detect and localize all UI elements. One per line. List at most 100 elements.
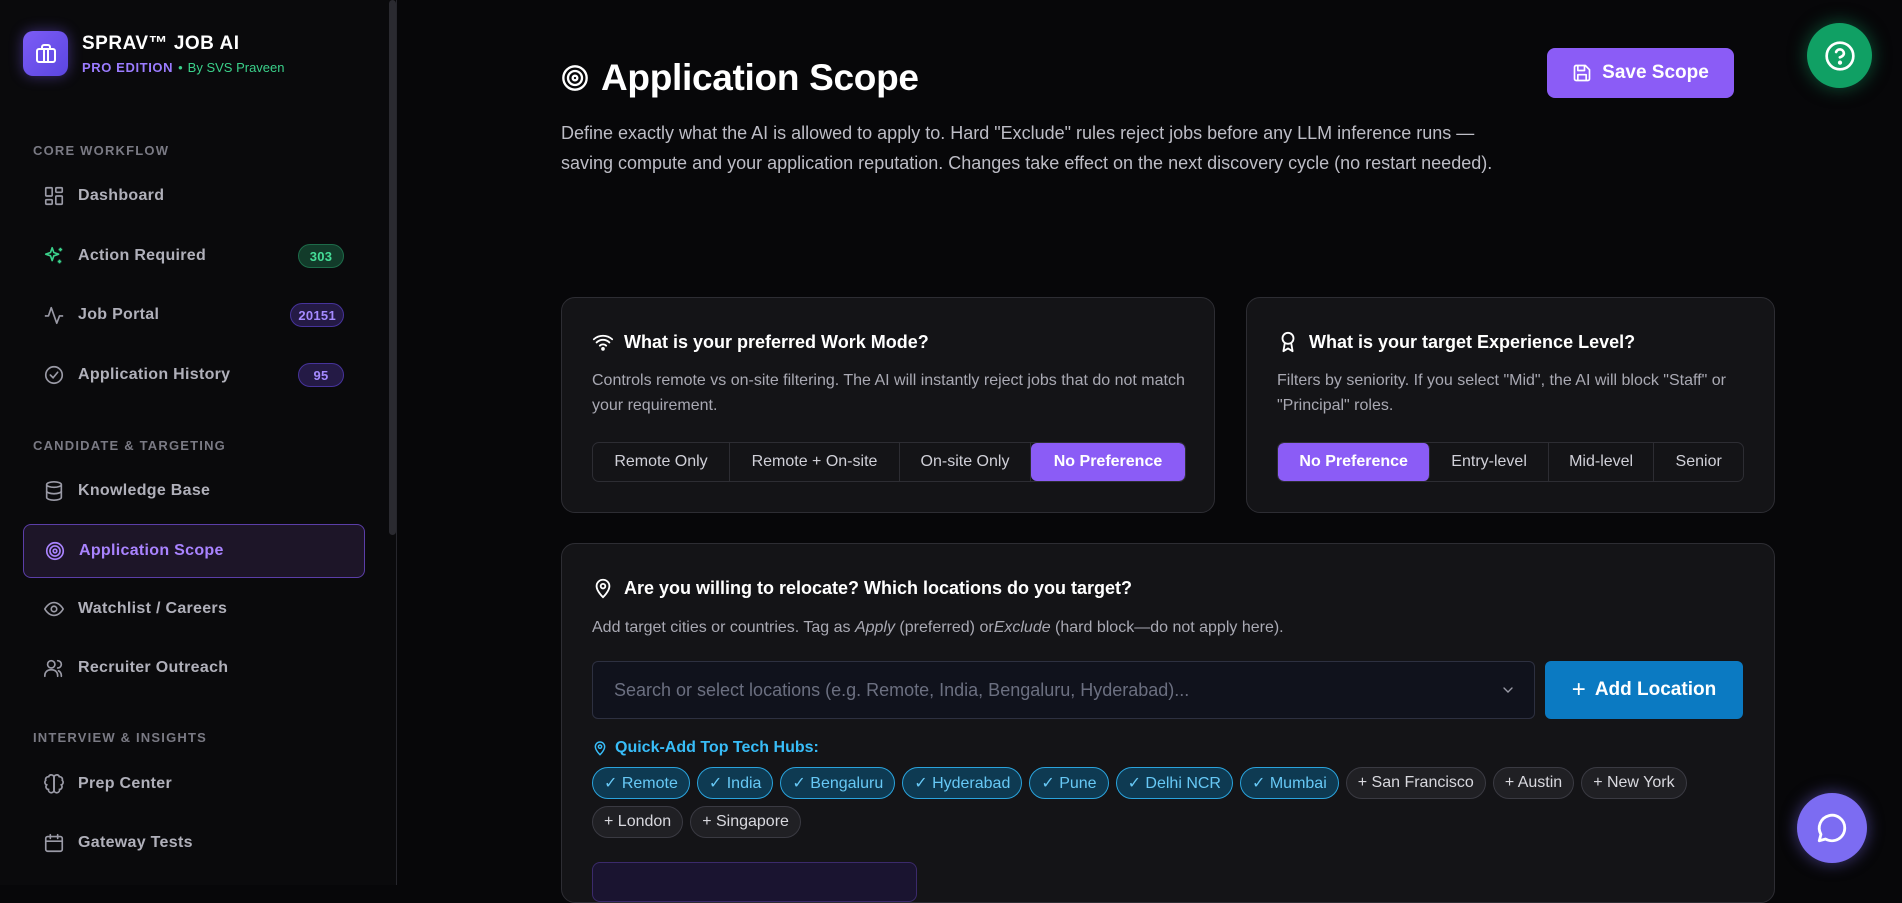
desc-text: (hard block—do not apply here). bbox=[1050, 619, 1284, 636]
count-badge: 20151 bbox=[290, 303, 344, 327]
work-mode-option-no-preference[interactable]: No Preference bbox=[1031, 443, 1185, 481]
add-location-label: Add Location bbox=[1594, 679, 1717, 700]
sidebar-item-application-scope[interactable]: Application Scope bbox=[23, 524, 365, 578]
sidebar-item-label: Action Required bbox=[78, 247, 207, 264]
save-scope-label: Save Scope bbox=[1602, 62, 1709, 83]
exclude-tag-text: Exclude bbox=[993, 619, 1051, 636]
sidebar-item-label: Application Scope bbox=[79, 542, 224, 559]
work-mode-card: What is your preferred Work Mode? Contro… bbox=[561, 297, 1215, 513]
work-mode-option-remote-only[interactable]: Remote Only bbox=[593, 443, 730, 481]
sidebar-item-label: Gateway Tests bbox=[78, 834, 193, 851]
sidebar-scrollbar[interactable] bbox=[389, 0, 396, 535]
sidebar-item-watchlist-careers[interactable]: Watchlist / Careers bbox=[23, 582, 365, 636]
sidebar-item-recruiter-outreach[interactable]: Recruiter Outreach bbox=[23, 641, 365, 695]
experience-level-selector[interactable]: No Preference Entry-level Mid-level Seni… bbox=[1277, 442, 1744, 482]
desc-text: Add target cities or countries. Tag as bbox=[592, 619, 855, 636]
location-chip-add[interactable]: + San Francisco bbox=[1345, 767, 1486, 799]
experience-level-card: What is your target Experience Level? Fi… bbox=[1246, 297, 1775, 513]
sidebar-item-application-history[interactable]: Application History 95 bbox=[23, 348, 365, 402]
experience-option-entry-level[interactable]: Entry-level bbox=[1430, 443, 1549, 481]
locations-description: Add target cities or countries. Tag as A… bbox=[592, 615, 1742, 640]
sparkles-icon bbox=[44, 246, 63, 264]
section-title-core-workflow: CORE WORKFLOW bbox=[33, 143, 170, 158]
work-mode-option-onsite-only[interactable]: On-site Only bbox=[900, 443, 1031, 481]
locations-card: Are you willing to relocate? Which locat… bbox=[561, 543, 1775, 903]
sidebar-item-label: Dashboard bbox=[78, 187, 165, 204]
wifi-icon bbox=[592, 334, 614, 351]
sidebar-item-job-portal[interactable]: Job Portal 20151 bbox=[23, 288, 365, 342]
experience-option-mid-level[interactable]: Mid-level bbox=[1549, 443, 1655, 481]
brand-title: SPRAV™ JOB AI bbox=[82, 32, 240, 54]
sidebar-item-label: Job Portal bbox=[78, 306, 160, 323]
experience-option-no-preference[interactable]: No Preference bbox=[1278, 443, 1431, 481]
work-mode-selector[interactable]: Remote Only Remote + On-site On-site Onl… bbox=[592, 442, 1186, 482]
location-chips: ✓ Remote ✓ India ✓ Bengaluru ✓ Hyderabad… bbox=[592, 767, 1732, 838]
count-badge: 95 bbox=[298, 363, 344, 387]
eye-icon bbox=[43, 601, 65, 617]
location-chip-selected[interactable]: ✓ Remote bbox=[592, 767, 690, 799]
experience-level-description: Filters by seniority. If you select "Mid… bbox=[1277, 372, 1726, 414]
edition-label: PRO EDITION bbox=[82, 59, 174, 75]
quick-add-label: Quick-Add Top Tech Hubs: bbox=[615, 739, 819, 756]
experience-option-senior[interactable]: Senior bbox=[1654, 443, 1743, 481]
section-title-interview-insights: INTERVIEW & INSIGHTS bbox=[33, 730, 207, 745]
work-mode-title: What is your preferred Work Mode? bbox=[624, 331, 929, 352]
activity-pulse-icon bbox=[44, 306, 64, 325]
location-search-input[interactable]: Search or select locations (e.g. Remote,… bbox=[592, 661, 1535, 719]
save-scope-button[interactable]: Save Scope bbox=[1547, 48, 1734, 98]
users-icon bbox=[44, 659, 63, 678]
sidebar-item-dashboard[interactable]: Dashboard bbox=[23, 169, 365, 223]
sidebar-item-label: Application History bbox=[78, 366, 231, 383]
work-mode-option-remote-onsite[interactable]: Remote + On-site bbox=[730, 443, 900, 481]
work-mode-description: Controls remote vs on-site filtering. Th… bbox=[592, 372, 1185, 414]
plus-icon: + bbox=[1571, 676, 1586, 703]
apply-tag-text: Apply bbox=[854, 619, 895, 636]
dashboard-grid-icon bbox=[44, 186, 64, 206]
sidebar-item-prep-center[interactable]: Prep Center bbox=[23, 757, 365, 811]
section-title-candidate-targeting: CANDIDATE & TARGETING bbox=[33, 438, 226, 453]
help-circle-icon bbox=[1824, 40, 1855, 71]
location-chip-selected[interactable]: ✓ Mumbai bbox=[1239, 767, 1339, 799]
location-chip-selected[interactable]: ✓ Bengaluru bbox=[780, 767, 896, 799]
sidebar-item-gateway-tests[interactable]: Gateway Tests bbox=[23, 816, 365, 870]
chat-button[interactable] bbox=[1797, 793, 1867, 863]
database-icon bbox=[45, 481, 63, 501]
briefcase-icon bbox=[23, 31, 68, 76]
location-chip-selected[interactable]: ✓ Hyderabad bbox=[902, 767, 1023, 799]
brain-icon bbox=[44, 774, 64, 794]
sidebar: SPRAV™ JOB AI PRO EDITION • By SVS Praveen… bbox=[0, 0, 397, 885]
quick-add-title: Quick-Add Top Tech Hubs: bbox=[592, 739, 819, 757]
location-chip-selected[interactable]: ✓ Delhi NCR bbox=[1115, 767, 1233, 799]
location-chip-add[interactable]: + Singapore bbox=[690, 806, 801, 838]
map-pin-icon bbox=[595, 578, 611, 599]
sidebar-item-label: Recruiter Outreach bbox=[78, 659, 229, 676]
help-button[interactable] bbox=[1807, 23, 1872, 88]
chat-bubble-icon bbox=[1817, 813, 1847, 843]
add-location-button[interactable]: + Add Location bbox=[1545, 661, 1743, 719]
calendar-icon bbox=[44, 833, 64, 853]
target-icon bbox=[562, 65, 588, 91]
count-badge: 303 bbox=[298, 244, 344, 268]
sidebar-item-label: Watchlist / Careers bbox=[78, 600, 228, 617]
target-icon bbox=[45, 541, 65, 561]
map-pin-icon bbox=[594, 741, 606, 756]
location-chip-selected[interactable]: ✓ Pune bbox=[1029, 767, 1109, 799]
location-chip-add[interactable]: + London bbox=[592, 806, 684, 838]
location-search-placeholder: Search or select locations (e.g. Remote,… bbox=[614, 679, 1190, 700]
page-header: Application Scope bbox=[561, 57, 919, 99]
page-title: Application Scope bbox=[601, 57, 919, 98]
suggest-locations-button[interactable] bbox=[592, 862, 917, 902]
location-chip-selected[interactable]: ✓ India bbox=[696, 767, 774, 799]
sidebar-item-knowledge-base[interactable]: Knowledge Base bbox=[23, 464, 365, 518]
locations-title: Are you willing to relocate? Which locat… bbox=[624, 577, 1133, 598]
brand-separator: • bbox=[178, 59, 183, 75]
brand-byline: By SVS Praveen bbox=[187, 59, 285, 75]
location-chip-add[interactable]: + Austin bbox=[1492, 767, 1575, 799]
brand[interactable]: SPRAV™ JOB AI PRO EDITION • By SVS Praveen bbox=[23, 31, 285, 76]
page-description: Define exactly what the AI is allowed to… bbox=[561, 123, 1493, 173]
award-icon bbox=[1281, 331, 1295, 353]
chevron-down-icon bbox=[1503, 687, 1513, 693]
sidebar-item-label: Knowledge Base bbox=[78, 482, 211, 499]
location-chip-add[interactable]: + New York bbox=[1581, 767, 1687, 799]
sidebar-item-action-required[interactable]: Action Required 303 bbox=[23, 229, 365, 283]
